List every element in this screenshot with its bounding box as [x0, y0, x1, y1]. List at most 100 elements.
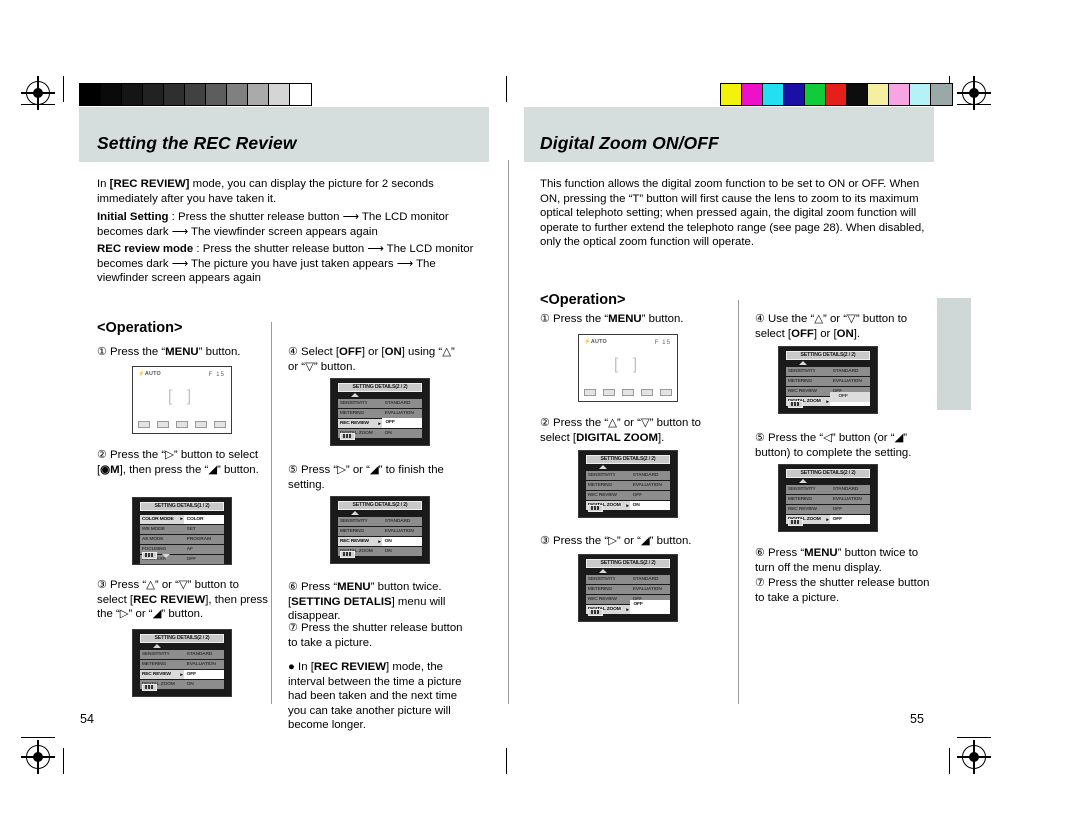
lcd-menu-right-1: SETTING DETAILS(2 / 2) SENSITIVITY STAND…: [578, 450, 678, 518]
white-balance-icon: [195, 420, 207, 428]
color-calibration-bar: [720, 83, 953, 106]
scroll-down-arrow-icon: [162, 554, 171, 559]
calibration-swatch: [80, 84, 101, 105]
right-step-3: ③ Press the “▷” or “◢” button.: [540, 535, 692, 547]
menu-row-metering[interactable]: METERING EVALUATION: [139, 659, 225, 670]
crop-guide: [957, 104, 991, 105]
scroll-up-arrow-icon: [598, 464, 607, 469]
calibration-swatch: [185, 84, 206, 105]
viewfinder-status-icons: [138, 420, 226, 428]
manual-spread: Setting the REC Review In [REC REVIEW] m…: [0, 0, 1080, 834]
menu-title: SETTING DETAILS(2 / 2): [785, 468, 871, 478]
scroll-up-arrow-icon: [798, 478, 807, 483]
right-page-title: Digital Zoom ON/OFF: [540, 133, 719, 153]
menu-row-metering[interactable]: METERING EVALUATION: [585, 584, 671, 595]
page-number-left: 54: [80, 712, 94, 726]
crop-guide: [957, 737, 991, 738]
menu-title: SETTING DETAILS(2 / 2): [785, 350, 871, 360]
menu-row-sensitivity[interactable]: SENSITIVITY STANDARD: [585, 470, 671, 481]
left-step-4: ④ Select [OFF] or [ON] using “△” or “▽” …: [288, 346, 455, 373]
calibration-swatch: [868, 84, 889, 105]
column-separator-left: [271, 322, 272, 704]
af-bracket: [ ]: [613, 356, 643, 374]
crop-guide: [21, 737, 55, 738]
exposure-icon: [176, 420, 188, 428]
calibration-swatch: [290, 84, 311, 105]
scroll-up-arrow-icon: [152, 643, 161, 648]
right-step-4: ④ Use the “△” or “▽” button to select [O…: [755, 313, 908, 340]
calibration-swatch: [269, 84, 290, 105]
menu-row-metering[interactable]: METERING EVALUATION: [785, 494, 871, 505]
left-step-6: ⑥ Press “MENU” button twice. [SETTING DE…: [288, 581, 446, 623]
battery-icon: [141, 683, 157, 691]
menu-row-sensitivity[interactable]: SENSITIVITY STANDARD: [337, 516, 423, 527]
lcd-menu-left-1: SETTING DETAILS(1 / 2) COLOR MODE COLOR …: [132, 497, 232, 565]
battery-icon: [339, 550, 355, 558]
crop-guide: [949, 748, 950, 774]
registration-mark-bottom-left: [21, 740, 55, 774]
left-intro-p2: Initial Setting : Press the shutter rele…: [97, 211, 449, 238]
menu-row-sensitivity[interactable]: SENSITIVITY STANDARD: [139, 649, 225, 660]
battery-icon: [787, 400, 803, 408]
registration-mark-bottom-right: [957, 740, 991, 774]
resolution-icon: [584, 388, 596, 396]
mode-icon: [214, 420, 226, 428]
crop-guide: [63, 76, 64, 102]
right-step-7: ⑦ Press the shutter release button to ta…: [755, 577, 930, 604]
menu-row-rec-review[interactable]: REC REVIEW OFF: [785, 504, 871, 515]
lcd-viewfinder-left: ⚡AUTO F 15 [ ]: [132, 366, 232, 434]
calibration-swatch: [931, 84, 952, 105]
battery-icon: [787, 518, 803, 526]
menu-row-sensitivity[interactable]: SENSITIVITY STANDARD: [337, 398, 423, 409]
left-step-1: ① Press the “MENU” button.: [97, 346, 241, 358]
menu-row-rec-review[interactable]: REC REVIEW ON: [337, 536, 423, 547]
column-separator-right: [738, 300, 739, 704]
crop-guide: [21, 104, 55, 105]
menu-option-off[interactable]: OFF: [830, 392, 871, 402]
exposure-icon: [622, 388, 634, 396]
mode-icon: [660, 388, 672, 396]
left-step-3: ③ Press “△” or “▽” button to select [REC…: [97, 579, 268, 621]
menu-row-rec-review[interactable]: REC REVIEW OFF: [139, 669, 225, 680]
scroll-up-arrow-icon: [350, 392, 359, 397]
menu-option-off[interactable]: OFF: [382, 417, 423, 428]
calibration-swatch: [889, 84, 910, 105]
menu-row-sensitivity[interactable]: SENSITIVITY STANDARD: [785, 484, 871, 495]
menu-row-metering[interactable]: METERING EVALUATION: [785, 376, 871, 387]
right-operation-heading: <Operation>: [540, 292, 626, 308]
menu-row-wb-mode[interactable]: WB MODE SET: [139, 524, 225, 534]
viewfinder-status-icons: [584, 388, 672, 396]
lcd-menu-left-3: SETTING DETAILS(2 / 2) SENSITIVITY STAND…: [330, 378, 430, 446]
calibration-swatch: [206, 84, 227, 105]
calibration-swatch: [763, 84, 784, 105]
right-intro: This function allows the digital zoom fu…: [540, 178, 925, 249]
left-note: ● In [REC REVIEW] mode, the interval bet…: [288, 661, 462, 732]
menu-row-sensitivity[interactable]: SENSITIVITY STANDARD: [585, 574, 671, 585]
crop-guide: [63, 748, 64, 774]
menu-row-metering[interactable]: METERING EVALUATION: [337, 526, 423, 537]
battery-icon: [339, 432, 355, 440]
crop-guide-center: [506, 748, 507, 774]
right-step-2: ② Press the “△” or “▽” button to select …: [540, 417, 701, 444]
right-step-5: ⑤ Press the “◁” button (or “◢” button) t…: [755, 432, 912, 459]
menu-row-ae-mode[interactable]: AE MODE PROGRAM: [139, 534, 225, 544]
page-number-right: 55: [910, 712, 924, 726]
menu-row-color-mode[interactable]: COLOR MODE COLOR: [139, 514, 225, 524]
battery-icon: [141, 551, 157, 559]
right-step-1: ① Press the “MENU” button.: [540, 313, 684, 325]
calibration-swatch: [143, 84, 164, 105]
battery-icon: [587, 608, 603, 616]
right-step-6: ⑥ Press “MENU” button twice to turn off …: [755, 547, 919, 574]
scroll-up-arrow-icon: [798, 360, 807, 365]
menu-row-metering[interactable]: METERING EVALUATION: [585, 480, 671, 491]
lcd-menu-left-2: SETTING DETAILS(2 / 2) SENSITIVITY STAND…: [132, 629, 232, 697]
calibration-swatch: [826, 84, 847, 105]
aperture-readout: F 15: [654, 339, 671, 346]
resolution-icon: [138, 420, 150, 428]
quality-icon: [157, 420, 169, 428]
calibration-swatch: [227, 84, 248, 105]
menu-row-sensitivity[interactable]: SENSITIVITY STANDARD: [785, 366, 871, 377]
calibration-swatch: [248, 84, 269, 105]
menu-row-rec-review[interactable]: REC REVIEW OFF: [585, 490, 671, 501]
menu-option-off[interactable]: OFF: [630, 600, 671, 610]
